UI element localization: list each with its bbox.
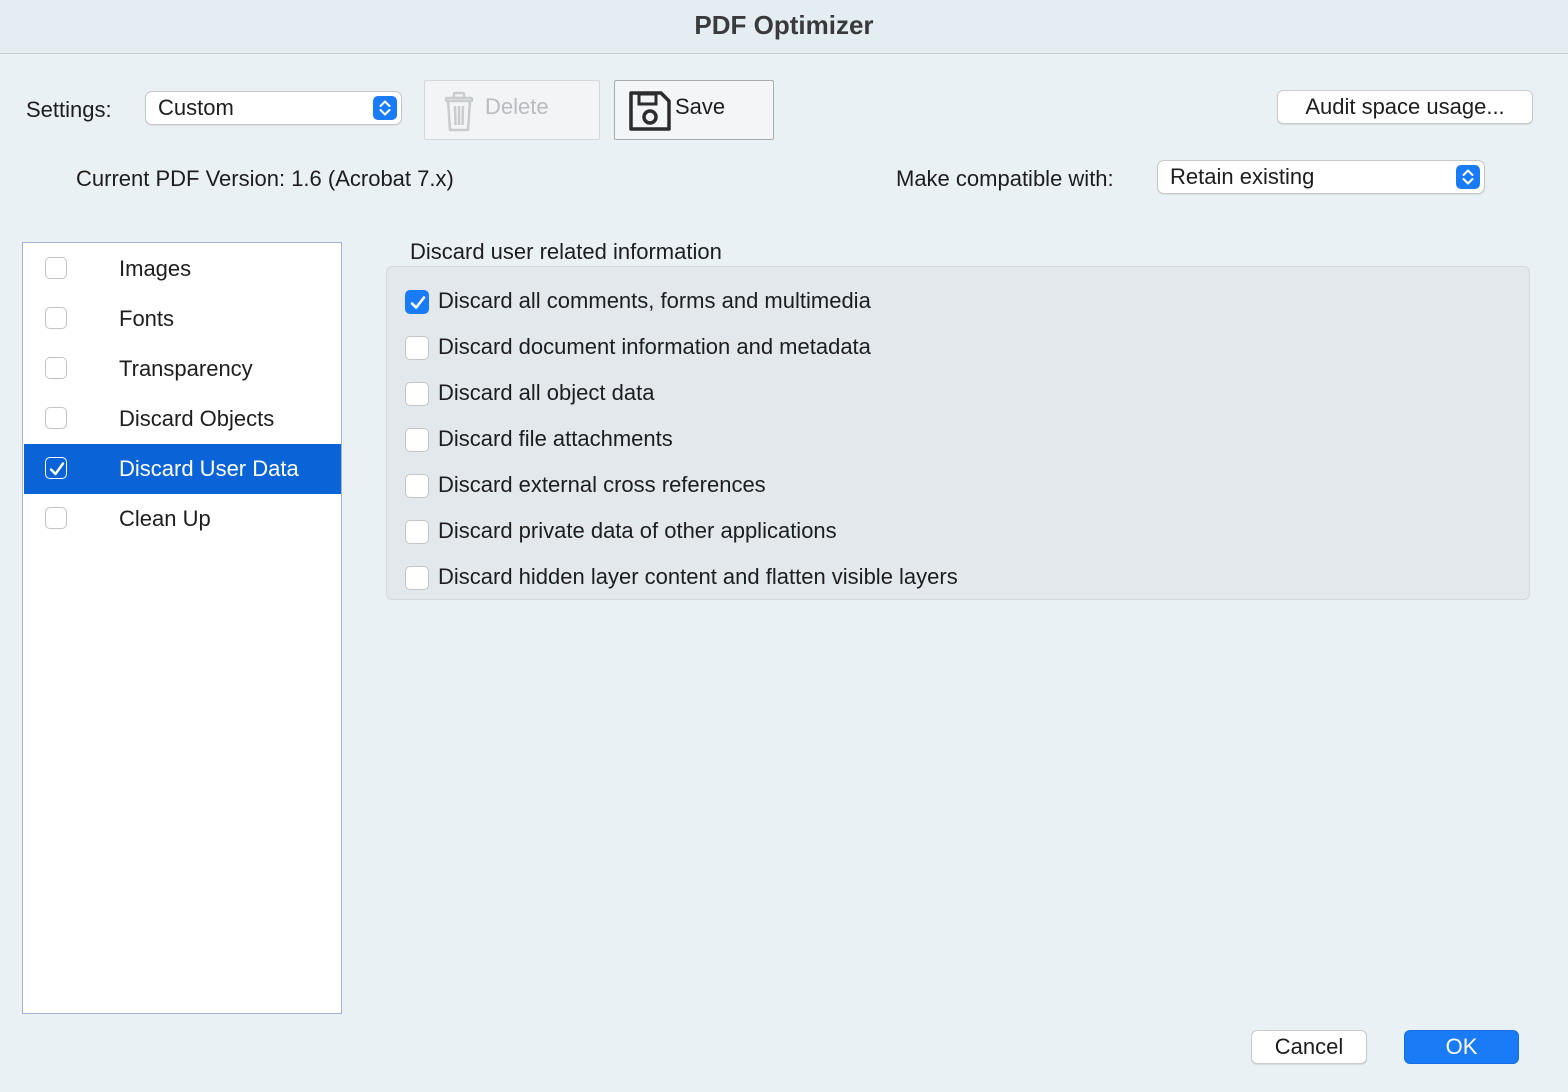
sidebar-checkbox[interactable]: [45, 457, 67, 479]
sidebar-item-label: Discard User Data: [119, 456, 299, 481]
delete-button[interactable]: Delete: [424, 80, 600, 140]
panel-title: Discard user related information: [410, 239, 722, 264]
title-bar: PDF Optimizer: [0, 0, 1568, 54]
compatibility-select[interactable]: Retain existing: [1157, 160, 1485, 194]
sidebar-checkbox[interactable]: [45, 507, 67, 529]
option-label: Discard external cross references: [438, 472, 766, 497]
sidebar-item-images[interactable]: Images: [24, 244, 341, 294]
sidebar-item-discard-objects[interactable]: Discard Objects: [24, 394, 341, 444]
option-checkbox[interactable]: [405, 566, 429, 590]
audit-space-usage-button[interactable]: Audit space usage...: [1277, 90, 1533, 124]
option-label: Discard all comments, forms and multimed…: [438, 288, 871, 313]
settings-label: Settings:: [26, 97, 112, 122]
option-label: Discard all object data: [438, 380, 655, 405]
compatibility-value: Retain existing: [1170, 164, 1315, 189]
option-checkbox[interactable]: [405, 290, 429, 314]
settings-select[interactable]: Custom: [145, 91, 402, 125]
sidebar-item-label: Clean Up: [119, 506, 211, 531]
sidebar-item-fonts[interactable]: Fonts: [24, 294, 341, 344]
save-label: Save: [675, 94, 726, 119]
window-title: PDF Optimizer: [694, 10, 874, 40]
option-label: Discard hidden layer content and flatten…: [438, 564, 958, 589]
updown-chevron-icon: [373, 96, 397, 120]
trash-icon: [437, 89, 481, 139]
floppy-disk-icon: [627, 89, 673, 139]
sidebar-checkbox[interactable]: [45, 407, 67, 429]
sidebar-item-transparency[interactable]: Transparency: [24, 344, 341, 394]
cancel-button[interactable]: Cancel: [1251, 1030, 1367, 1064]
sidebar-item-label: Images: [119, 256, 192, 281]
sidebar-item-label: Fonts: [119, 306, 175, 331]
option-checkbox[interactable]: [405, 520, 429, 544]
sidebar-item-label: Discard Objects: [119, 406, 275, 431]
option-checkbox[interactable]: [405, 336, 429, 360]
compatibility-label: Make compatible with:: [896, 166, 1114, 191]
updown-chevron-icon: [1456, 165, 1480, 189]
sidebar-item-label: Transparency: [119, 356, 253, 381]
option-checkbox[interactable]: [405, 382, 429, 406]
current-pdf-version: Current PDF Version: 1.6 (Acrobat 7.x): [76, 166, 454, 191]
option-checkbox[interactable]: [405, 474, 429, 498]
ok-button[interactable]: OK: [1404, 1030, 1519, 1064]
sidebar-checkbox[interactable]: [45, 357, 67, 379]
option-label: Discard document information and metadat…: [438, 334, 871, 359]
save-button[interactable]: Save: [614, 80, 774, 140]
delete-label: Delete: [485, 94, 549, 119]
sidebar-item-clean-up[interactable]: Clean Up: [24, 494, 341, 544]
checkmark-icon: [49, 462, 65, 476]
optimizer-category-list: Images Fonts Transparency Discard Object…: [22, 242, 342, 1014]
option-checkbox[interactable]: [405, 428, 429, 452]
sidebar-checkbox[interactable]: [45, 257, 67, 279]
checkmark-icon: [410, 296, 426, 309]
pdf-optimizer-dialog: PDF Optimizer Settings: Custom Delete Sa…: [0, 0, 1568, 1092]
option-label: Discard file attachments: [438, 426, 673, 451]
sidebar-checkbox[interactable]: [45, 307, 67, 329]
option-label: Discard private data of other applicatio…: [438, 518, 837, 543]
sidebar-item-discard-user-data[interactable]: Discard User Data: [24, 444, 341, 494]
settings-value: Custom: [158, 95, 234, 120]
